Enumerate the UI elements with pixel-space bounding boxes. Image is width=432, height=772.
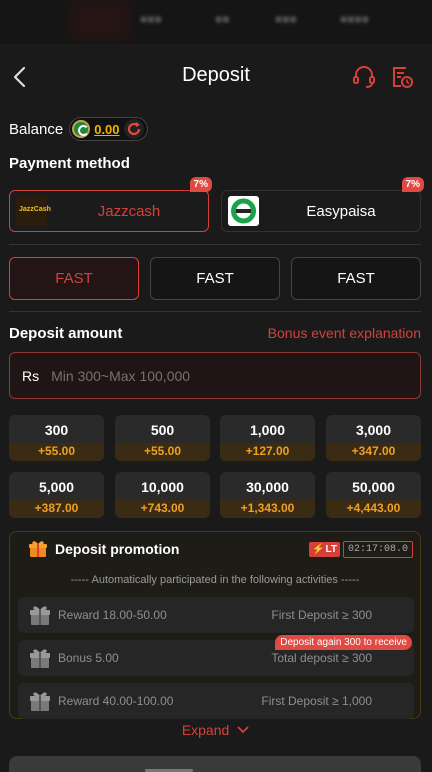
easypaisa-icon — [231, 198, 256, 224]
reward-tag: Deposit again 300 to receive — [275, 635, 412, 650]
balance-row: Balance 0.00 — [9, 116, 148, 142]
gift-box-icon — [30, 649, 50, 668]
amount-option-30000[interactable]: 30,000 +1,343.00 — [220, 472, 315, 518]
reward-name: Bonus 5.00 — [58, 651, 119, 665]
amount-value: 300 — [44, 422, 69, 438]
amount-option-300[interactable]: 300 +55.00 — [9, 415, 104, 461]
amount-value: 50,000 — [352, 479, 395, 495]
amount-bonus: +347.00 — [326, 443, 421, 461]
refresh-icon — [127, 122, 140, 136]
countdown-value: 02:17:08.0 — [342, 541, 413, 558]
promotion-note: ----- Automatically participated in the … — [70, 574, 360, 586]
bonus-badge: 7% — [401, 177, 424, 192]
divider — [9, 244, 421, 245]
gift-icon — [29, 541, 47, 557]
reward-row[interactable]: Reward 18.00-50.00 First Deposit ≥ 300 — [18, 597, 414, 633]
chevron-down-icon — [237, 726, 249, 734]
payment-option-label: Easypaisa — [306, 203, 376, 220]
amount-value: 3,000 — [355, 422, 392, 438]
amount-bonus: +127.00 — [220, 443, 315, 461]
blurred-tab — [70, 0, 130, 40]
promotion-title: Deposit promotion — [55, 541, 180, 557]
blurred-top-nav: ■■■ ■■ ■■■ ■■■■ — [0, 0, 432, 44]
balance-pill: 0.00 — [69, 117, 148, 141]
payment-option-easypaisa[interactable]: Easypaisa 7% — [221, 177, 424, 232]
channel-fast-1[interactable]: FAST — [9, 257, 139, 300]
channel-fast-3[interactable]: FAST — [291, 257, 421, 300]
history-icon — [393, 67, 413, 88]
divider — [9, 311, 421, 312]
reward-row[interactable]: Bonus 5.00 Total deposit ≥ 300 Deposit a… — [18, 635, 414, 676]
jazzcash-logo: JazzCash — [16, 196, 51, 226]
expand-label: Expand — [181, 722, 230, 738]
blurred-tab-text: ■■■■ — [340, 12, 369, 26]
amount-value: 1,000 — [249, 422, 286, 438]
deposit-amount-title: Deposit amount — [9, 325, 123, 342]
blurred-tab-text: ■■■ — [140, 12, 162, 26]
reward-name: Reward 18.00-50.00 — [58, 608, 167, 622]
deposit-amount-input[interactable] — [51, 367, 372, 384]
deposit-history-button[interactable] — [389, 64, 415, 90]
deposit-submit-bar[interactable] — [9, 756, 421, 772]
headset-icon — [353, 66, 375, 88]
reward-condition: First Deposit ≥ 1,000 — [261, 694, 372, 708]
reward-name: Reward 40.00-100.00 — [58, 694, 174, 708]
currency-label: Rs — [22, 367, 40, 384]
pakistan-flag-icon — [72, 120, 91, 138]
amount-option-10000[interactable]: 10,000 +743.00 — [115, 472, 210, 518]
payment-option-label: Jazzcash — [97, 203, 161, 220]
reward-row[interactable]: Reward 40.00-100.00 First Deposit ≥ 1,00… — [18, 683, 414, 719]
amount-bonus: +55.00 — [9, 443, 104, 461]
amount-value: 500 — [150, 422, 175, 438]
amount-bonus: +55.00 — [115, 443, 210, 461]
balance-value: 0.00 — [94, 121, 120, 137]
gift-box-icon — [30, 692, 50, 711]
bonus-badge: 7% — [189, 177, 212, 192]
lt-badge: LT — [309, 542, 340, 557]
bonus-explanation-link[interactable]: Bonus event explanation — [268, 325, 421, 341]
payment-method-title: Payment method — [9, 155, 130, 172]
reward-condition: Total deposit ≥ 300 — [271, 651, 372, 665]
amount-value: 10,000 — [141, 479, 184, 495]
channel-fast-2[interactable]: FAST — [150, 257, 280, 300]
easypaisa-logo — [228, 196, 259, 226]
promotion-timer: LT 02:17:08.0 — [309, 541, 413, 558]
balance-label: Balance — [9, 120, 64, 138]
deposit-amount-field[interactable]: Rs — [9, 352, 421, 399]
payment-option-jazzcash[interactable]: JazzCash Jazzcash 7% — [9, 177, 212, 232]
amount-option-3000[interactable]: 3,000 +347.00 — [326, 415, 421, 461]
customer-service-button[interactable] — [351, 64, 377, 90]
page-header: Deposit — [0, 52, 432, 102]
amount-value: 5,000 — [38, 479, 75, 495]
amount-option-5000[interactable]: 5,000 +387.00 — [9, 472, 104, 518]
blurred-tab-text: ■■ — [215, 12, 230, 26]
expand-button[interactable]: Expand — [0, 722, 432, 738]
deposit-promotion-panel: Deposit promotion LT 02:17:08.0 ----- Au… — [9, 531, 421, 719]
amount-option-500[interactable]: 500 +55.00 — [115, 415, 210, 461]
gift-box-icon — [30, 606, 50, 625]
jazzcash-logo-text: JazzCash — [19, 206, 51, 213]
amount-option-50000[interactable]: 50,000 +4,443.00 — [326, 472, 421, 518]
amount-bonus: +387.00 — [9, 500, 104, 518]
amount-bonus: +4,443.00 — [326, 500, 421, 518]
amount-bonus: +1,343.00 — [220, 500, 315, 518]
amount-bonus: +743.00 — [115, 500, 210, 518]
amount-option-1000[interactable]: 1,000 +127.00 — [220, 415, 315, 461]
blurred-tab-text: ■■■ — [275, 12, 297, 26]
amount-value: 30,000 — [246, 479, 289, 495]
reward-condition: First Deposit ≥ 300 — [271, 608, 372, 622]
promotion-header: Deposit promotion — [28, 540, 179, 558]
refresh-balance-button[interactable] — [123, 119, 144, 139]
